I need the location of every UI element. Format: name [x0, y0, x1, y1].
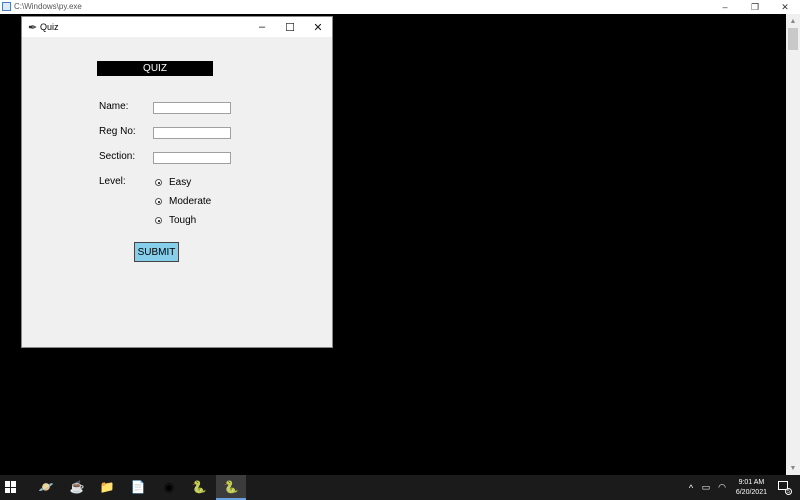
- level-label: Level:: [99, 176, 126, 187]
- scroll-down-icon[interactable]: ▼: [786, 461, 800, 475]
- name-input[interactable]: [153, 102, 231, 114]
- scroll-thumb[interactable]: [788, 28, 798, 50]
- eclipse-icon[interactable]: 🪐: [38, 479, 54, 495]
- reg-no-input[interactable]: [153, 127, 231, 139]
- level-option-label: Easy: [169, 177, 192, 188]
- section-label: Section:: [99, 151, 136, 162]
- feather-icon: ✒: [28, 22, 38, 34]
- python-idle-icon[interactable]: 🐍: [191, 479, 207, 495]
- level-option-label: Moderate: [169, 196, 212, 207]
- scroll-up-icon[interactable]: ▲: [786, 14, 800, 28]
- taskbar: 🪐 ☕ 📁 📄 ◉ 🐍 🐍 ^ ▭ ◠ 9:01 AM 6/20/2021 5: [0, 475, 800, 500]
- chrome-icon[interactable]: ◉: [161, 479, 177, 495]
- console-scrollbar[interactable]: ▲ ▼: [786, 14, 800, 475]
- battery-icon[interactable]: ▭: [698, 482, 714, 493]
- console-title: C:\Windows\py.exe: [14, 2, 82, 11]
- python-console-icon: [2, 2, 11, 11]
- clock-time: 9:01 AM: [738, 479, 765, 486]
- quiz-maximize-button[interactable]: ☐: [276, 17, 304, 37]
- radio-icon[interactable]: [155, 179, 162, 186]
- file-explorer-icon[interactable]: 📁: [99, 479, 115, 495]
- level-radio-moderate[interactable]: Moderate: [155, 196, 211, 207]
- quiz-titlebar[interactable]: ✒ Quiz – ☐ ✕: [22, 17, 332, 37]
- clock-date: 6/20/2021: [735, 489, 767, 496]
- name-label: Name:: [99, 101, 129, 112]
- section-input[interactable]: [153, 152, 231, 164]
- console-close-button[interactable]: ✕: [770, 0, 800, 14]
- level-radio-tough[interactable]: Tough: [155, 215, 196, 226]
- windows-start-icon[interactable]: [5, 481, 17, 493]
- quiz-heading: QUIZ: [97, 61, 213, 76]
- reg-no-label: Reg No:: [99, 126, 136, 137]
- quiz-window: ✒ Quiz – ☐ ✕ QUIZ Name: Reg No: Section:…: [21, 16, 333, 348]
- notepad-icon[interactable]: 📄: [130, 479, 146, 495]
- java-app-icon[interactable]: ☕: [69, 479, 85, 495]
- quiz-minimize-button[interactable]: –: [248, 17, 276, 37]
- quiz-window-title: Quiz: [40, 22, 59, 32]
- notification-count: 5: [785, 488, 792, 495]
- system-tray: ^ ▭ ◠: [684, 475, 730, 500]
- chevron-up-icon[interactable]: ^: [684, 483, 698, 493]
- submit-button[interactable]: SUBMIT: [134, 242, 179, 262]
- radio-icon[interactable]: [155, 217, 162, 224]
- taskbar-clock[interactable]: 9:01 AM 6/20/2021: [736, 478, 767, 498]
- level-option-label: Tough: [169, 215, 197, 226]
- radio-icon[interactable]: [155, 198, 162, 205]
- wifi-icon[interactable]: ◠: [714, 482, 730, 493]
- python-icon[interactable]: 🐍: [223, 479, 239, 495]
- level-radio-easy[interactable]: Easy: [155, 177, 191, 188]
- console-minimize-button[interactable]: –: [710, 0, 740, 14]
- console-titlebar[interactable]: C:\Windows\py.exe – ❐ ✕: [0, 0, 800, 14]
- quiz-close-button[interactable]: ✕: [304, 17, 332, 37]
- console-restore-button[interactable]: ❐: [740, 0, 770, 14]
